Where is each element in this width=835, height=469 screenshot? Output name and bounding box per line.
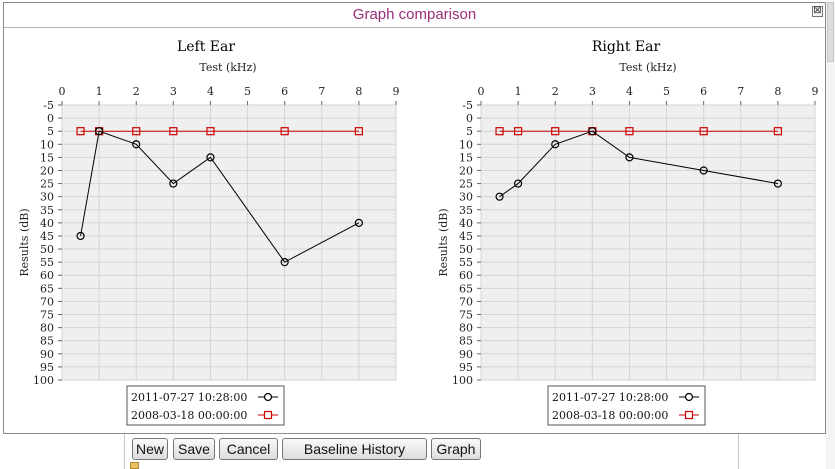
y-tick-label: 55 <box>459 256 473 269</box>
x-tick-label: 8 <box>774 85 781 98</box>
y-tick-label: 100 <box>33 374 54 387</box>
y-tick-label: 95 <box>40 361 54 374</box>
x-tick-label: 7 <box>737 85 744 98</box>
toolbar-panel: New Save Cancel Baseline History Graph <box>124 434 739 469</box>
y-tick-label: 80 <box>40 322 54 335</box>
y-tick-label: -5 <box>43 99 54 112</box>
legend-marker-circle <box>684 392 694 402</box>
y-tick-label: 90 <box>40 348 54 361</box>
y-tick-label: 30 <box>459 191 473 204</box>
x-tick-label: 6 <box>281 85 288 98</box>
y-tick-label: 10 <box>40 138 54 151</box>
y-tick-label: 40 <box>459 217 473 230</box>
y-tick-label: 15 <box>40 151 54 164</box>
y-tick-label: 35 <box>40 204 54 217</box>
legend-label: 2008-03-18 00:00:00 <box>552 409 668 422</box>
x-tick-label: 7 <box>318 85 325 98</box>
y-tick-label: 50 <box>459 243 473 256</box>
legend-label: 2011-07-27 10:28:00 <box>131 391 247 404</box>
y-axis-label: Results (dB) <box>18 208 31 276</box>
audiogram-charts: 0 1 2 3 4 5 6 7 8 9-50510152025303540455055606570… <box>18 39 819 426</box>
y-tick-label: 40 <box>40 217 54 230</box>
y-tick-label: 50 <box>40 243 54 256</box>
bottom-toolbar-area: New Save Cancel Baseline History Graph <box>0 434 835 469</box>
y-tick-label: 60 <box>459 269 473 282</box>
x-tick-label: 0 <box>59 85 66 98</box>
x-axis-label: Test (kHz) <box>199 61 256 74</box>
y-tick-label: 20 <box>459 164 473 177</box>
y-tick-label: 85 <box>459 335 473 348</box>
y-tick-label: 0 <box>466 112 473 125</box>
y-tick-label: 5 <box>466 125 473 138</box>
x-tick-label: 1 <box>96 85 103 98</box>
save-button[interactable]: Save <box>173 438 215 460</box>
y-tick-label: 85 <box>40 335 54 348</box>
y-tick-label: 5 <box>47 125 54 138</box>
y-tick-label: 45 <box>40 230 54 243</box>
y-tick-label: 20 <box>40 164 54 177</box>
y-tick-label: 65 <box>40 282 54 295</box>
edit-icon[interactable] <box>130 462 139 469</box>
y-tick-label: 65 <box>459 282 473 295</box>
cancel-button[interactable]: Cancel <box>219 438 278 460</box>
x-tick-label: 2 <box>133 85 140 98</box>
y-tick-label: 75 <box>40 309 54 322</box>
y-tick-label: 15 <box>459 151 473 164</box>
x-tick-label: 8 <box>355 85 362 98</box>
x-tick-label: 3 <box>170 85 177 98</box>
y-tick-label: 0 <box>47 112 54 125</box>
x-tick-label: 4 <box>207 85 214 98</box>
y-tick-label: 80 <box>459 322 473 335</box>
x-tick-label: 9 <box>393 85 400 98</box>
x-tick-label: 4 <box>626 85 633 98</box>
new-button[interactable]: New <box>132 438 168 460</box>
chart-right-ear: 0 1 2 3 4 5 6 7 8 9-50510152025303540455055606570… <box>437 39 819 426</box>
y-tick-label: 25 <box>40 178 54 191</box>
legend-marker-circle <box>263 392 273 402</box>
y-tick-label: 10 <box>459 138 473 151</box>
plot-area <box>480 104 816 381</box>
x-tick-label: 3 <box>589 85 596 98</box>
chart-title: Right Ear <box>592 39 661 55</box>
y-tick-label: 70 <box>40 295 54 308</box>
chart-left-ear: 0 1 2 3 4 5 6 7 8 9-50510152025303540455055606570… <box>18 39 400 426</box>
y-tick-label: 90 <box>459 348 473 361</box>
legend-label: 2011-07-27 10:28:00 <box>552 391 668 404</box>
baseline-history-button[interactable]: Baseline History <box>282 438 427 460</box>
x-tick-label: 2 <box>552 85 559 98</box>
y-tick-label: 95 <box>459 361 473 374</box>
y-tick-label: 45 <box>459 230 473 243</box>
y-tick-label: 75 <box>459 309 473 322</box>
graph-button[interactable]: Graph <box>431 438 481 460</box>
y-tick-label: 30 <box>40 191 54 204</box>
y-axis-label: Results (dB) <box>437 208 450 276</box>
legend-marker-square <box>263 410 273 420</box>
x-tick-label: 5 <box>663 85 670 98</box>
y-tick-label: 70 <box>459 295 473 308</box>
legend-marker-square <box>684 410 694 420</box>
x-tick-label: 5 <box>244 85 251 98</box>
y-tick-label: 35 <box>459 204 473 217</box>
y-tick-label: 25 <box>459 178 473 191</box>
y-tick-label: 100 <box>452 374 473 387</box>
x-tick-label: 1 <box>515 85 522 98</box>
y-tick-label: 60 <box>40 269 54 282</box>
x-tick-label: 9 <box>812 85 819 98</box>
plot-area <box>61 104 397 381</box>
x-axis-label: Test (kHz) <box>619 61 676 74</box>
legend-label: 2008-03-18 00:00:00 <box>131 409 247 422</box>
chart-title: Left Ear <box>177 39 235 55</box>
y-tick-label: -5 <box>462 99 473 112</box>
y-tick-label: 55 <box>40 256 54 269</box>
x-tick-label: 6 <box>700 85 707 98</box>
x-tick-label: 0 <box>478 85 485 98</box>
